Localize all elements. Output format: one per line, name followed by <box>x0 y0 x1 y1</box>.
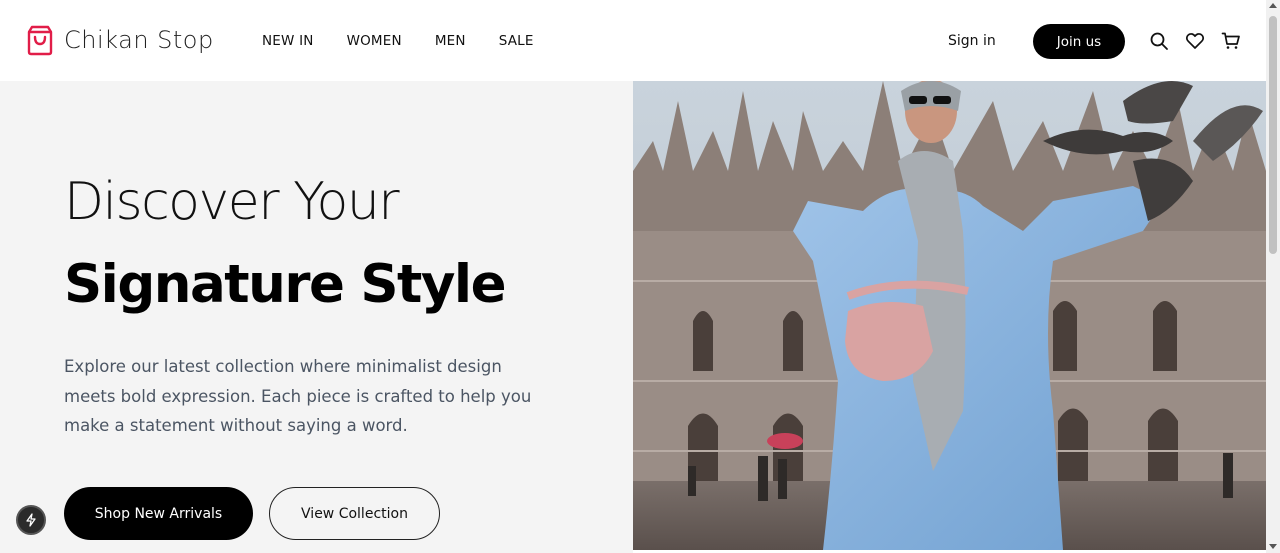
scroll-down-arrow-icon[interactable] <box>1269 544 1277 549</box>
view-collection-button[interactable]: View Collection <box>269 487 440 540</box>
nav-item-sale[interactable]: SALE <box>499 33 534 49</box>
site-header: Chikan Stop NEW IN WOMEN MEN SALE Sign i… <box>0 0 1266 81</box>
nav-item-new-in[interactable]: NEW IN <box>262 33 314 49</box>
heart-icon <box>1185 33 1205 49</box>
page-scrollbar[interactable] <box>1266 0 1280 553</box>
nav-item-men[interactable]: MEN <box>435 33 466 49</box>
hero-text-panel <box>0 81 633 553</box>
join-us-button[interactable]: Join us <box>1033 24 1125 59</box>
cart-icon <box>1221 32 1240 49</box>
cart-button[interactable] <box>1220 30 1242 52</box>
scrollbar-thumb[interactable] <box>1269 16 1277 254</box>
lightning-bolt-icon <box>26 513 36 527</box>
hero-title-line2: Signature Style <box>64 254 507 315</box>
scroll-up-arrow-icon[interactable] <box>1269 3 1277 8</box>
bolt-badge-button[interactable] <box>16 505 46 535</box>
hero-image <box>633 81 1266 550</box>
hero-description: Explore our latest collection where mini… <box>64 357 532 435</box>
hero-photo-illustration <box>633 81 1266 550</box>
sign-in-link[interactable]: Sign in <box>948 33 996 49</box>
shop-new-arrivals-button[interactable]: Shop New Arrivals <box>64 487 253 540</box>
nav-item-women[interactable]: WOMEN <box>347 33 402 49</box>
brand-name: Chikan Stop <box>64 26 214 54</box>
wishlist-button[interactable] <box>1184 30 1206 52</box>
brand-logo-link[interactable]: Chikan Stop <box>26 24 214 56</box>
main-nav: NEW IN WOMEN MEN SALE <box>262 33 534 49</box>
shopping-bag-icon <box>27 25 53 56</box>
search-icon <box>1150 32 1168 50</box>
search-button[interactable] <box>1148 30 1170 52</box>
hero-title-line1: Discover Your <box>64 172 400 232</box>
